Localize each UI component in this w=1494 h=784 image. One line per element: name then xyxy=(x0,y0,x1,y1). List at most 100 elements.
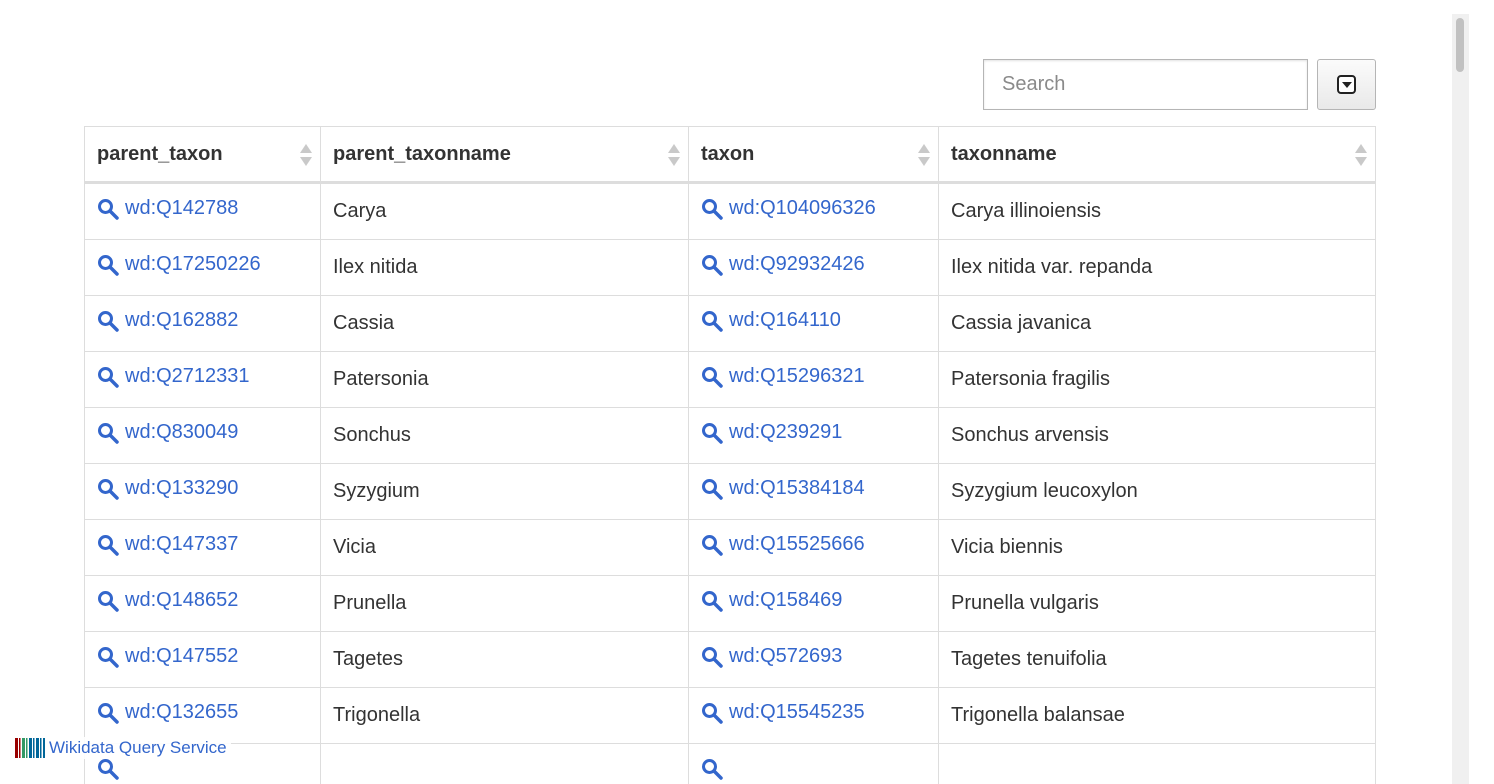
cell-taxonname: Tagetes tenuifolia xyxy=(938,631,1376,688)
entity-link[interactable]: wd:Q133290 xyxy=(125,477,238,500)
column-header-taxon[interactable]: taxon xyxy=(688,126,939,184)
entity-link[interactable]: wd:Q239291 xyxy=(729,421,842,444)
magnifier-explore-icon[interactable] xyxy=(97,366,119,388)
scrollbar-thumb[interactable] xyxy=(1456,18,1464,72)
entity-link[interactable]: wd:Q17250226 xyxy=(125,253,261,276)
magnifier-explore-icon[interactable] xyxy=(97,758,119,780)
cell-text: Sonchus arvensis xyxy=(951,424,1109,446)
entity-link-group: wd:Q142788 xyxy=(97,197,238,220)
column-toggle-button[interactable] xyxy=(1317,59,1376,110)
table-row: wd:Q162882 Cassia wd:Q164110 Cassia javanic… xyxy=(84,295,1376,352)
column-header-parent-taxon[interactable]: parent_taxon xyxy=(84,126,321,184)
table-row: wd:Q132655 Trigonella wd:Q15545235 Trigonel… xyxy=(84,687,1376,744)
entity-link[interactable]: wd:Q147552 xyxy=(125,645,238,668)
cell-parent-taxon: wd:Q142788 xyxy=(84,182,321,240)
magnifier-explore-icon[interactable] xyxy=(97,702,119,724)
cell-parent-taxonname: Carya xyxy=(320,182,689,240)
entity-link[interactable]: wd:Q142788 xyxy=(125,197,238,220)
column-header-label: parent_taxon xyxy=(97,142,223,165)
cell-text: Patersonia xyxy=(333,368,429,390)
entity-link-group xyxy=(701,758,729,780)
cell-parent-taxonname: Patersonia xyxy=(320,351,689,408)
footer-brand[interactable]: Wikidata Query Service xyxy=(15,737,231,759)
entity-link-group: wd:Q104096326 xyxy=(701,197,876,220)
table-row: wd:Q142788 Carya wd:Q104096326 Carya illino… xyxy=(84,182,1376,240)
magnifier-explore-icon[interactable] xyxy=(701,310,723,332)
entity-link[interactable]: wd:Q92932426 xyxy=(729,253,865,276)
table-row: wd:Q148652 Prunella wd:Q158469 Prunella vul… xyxy=(84,575,1376,632)
entity-link-group: wd:Q15384184 xyxy=(701,477,865,500)
magnifier-explore-icon[interactable] xyxy=(97,534,119,556)
magnifier-explore-icon[interactable] xyxy=(97,198,119,220)
cell-taxon xyxy=(688,743,939,784)
table-body: wd:Q142788 Carya wd:Q104096326 Carya illino… xyxy=(84,182,1376,784)
entity-link[interactable]: wd:Q15545235 xyxy=(729,701,865,724)
table-row: wd:Q133290 Syzygium wd:Q15384184 Syzygium l… xyxy=(84,463,1376,520)
sort-both-icon[interactable] xyxy=(300,144,312,166)
cell-text: Trigonella xyxy=(333,704,421,726)
search-input[interactable] xyxy=(983,59,1308,110)
column-header-taxonname[interactable]: taxonname xyxy=(938,126,1376,184)
entity-link[interactable]: wd:Q132655 xyxy=(125,701,238,724)
cell-taxonname: Cassia javanica xyxy=(938,295,1376,352)
entity-link[interactable]: wd:Q15296321 xyxy=(729,365,865,388)
entity-link[interactable]: wd:Q104096326 xyxy=(729,197,876,220)
entity-link[interactable]: wd:Q15525666 xyxy=(729,533,865,556)
cell-taxon: wd:Q15384184 xyxy=(688,463,939,520)
magnifier-explore-icon[interactable] xyxy=(701,366,723,388)
magnifier-explore-icon[interactable] xyxy=(701,198,723,220)
footer-brand-name[interactable]: Wikidata Query Service xyxy=(49,738,227,758)
entity-link[interactable]: wd:Q572693 xyxy=(729,645,842,668)
results-page: parent_taxon parent_taxonname taxon taxonna… xyxy=(0,0,1494,784)
column-header-parent-taxonname[interactable]: parent_taxonname xyxy=(320,126,689,184)
cell-parent-taxonname: Ilex nitida xyxy=(320,239,689,296)
magnifier-explore-icon[interactable] xyxy=(701,758,723,780)
cell-text: Cassia javanica xyxy=(951,312,1092,334)
entity-link-group: wd:Q2712331 xyxy=(97,365,250,388)
cell-text: Carya illinoiensis xyxy=(951,200,1102,222)
entity-link[interactable]: wd:Q15384184 xyxy=(729,477,865,500)
magnifier-explore-icon[interactable] xyxy=(701,254,723,276)
sort-both-icon[interactable] xyxy=(918,144,930,166)
cell-parent-taxonname: Sonchus xyxy=(320,407,689,464)
magnifier-explore-icon[interactable] xyxy=(97,310,119,332)
column-header-label: taxon xyxy=(701,142,755,165)
magnifier-explore-icon[interactable] xyxy=(701,534,723,556)
cell-text: Trigonella balansae xyxy=(951,704,1125,726)
magnifier-explore-icon[interactable] xyxy=(701,590,723,612)
magnifier-explore-icon[interactable] xyxy=(97,254,119,276)
magnifier-explore-icon[interactable] xyxy=(97,422,119,444)
entity-link[interactable]: wd:Q148652 xyxy=(125,589,238,612)
cell-parent-taxon: wd:Q147337 xyxy=(84,519,321,576)
sort-both-icon[interactable] xyxy=(1355,144,1367,166)
magnifier-explore-icon[interactable] xyxy=(701,702,723,724)
cell-parent-taxonname: Tagetes xyxy=(320,631,689,688)
cell-taxon: wd:Q239291 xyxy=(688,407,939,464)
entity-link[interactable]: wd:Q830049 xyxy=(125,421,238,444)
table-row: wd:Q147552 Tagetes wd:Q572693 Tagetes tenui… xyxy=(84,631,1376,688)
entity-link-group: wd:Q147552 xyxy=(97,645,238,668)
entity-link-group: wd:Q147337 xyxy=(97,533,238,556)
vertical-scrollbar[interactable] xyxy=(1452,14,1469,784)
entity-link[interactable]: wd:Q2712331 xyxy=(125,365,250,388)
sort-both-icon[interactable] xyxy=(668,144,680,166)
magnifier-explore-icon[interactable] xyxy=(97,590,119,612)
entity-link[interactable]: wd:Q147337 xyxy=(125,533,238,556)
cell-text: Prunella xyxy=(333,592,407,614)
table-row xyxy=(84,743,1376,784)
magnifier-explore-icon[interactable] xyxy=(97,478,119,500)
cell-text: Vicia biennis xyxy=(951,536,1063,558)
magnifier-explore-icon[interactable] xyxy=(97,646,119,668)
cell-text: Cassia xyxy=(333,312,395,334)
cell-text: Patersonia fragilis xyxy=(951,368,1110,390)
entity-link[interactable]: wd:Q164110 xyxy=(729,309,841,332)
entity-link[interactable]: wd:Q162882 xyxy=(125,309,238,332)
cell-taxonname: Sonchus arvensis xyxy=(938,407,1376,464)
cell-parent-taxon: wd:Q133290 xyxy=(84,463,321,520)
cell-taxonname: Patersonia fragilis xyxy=(938,351,1376,408)
entity-link[interactable]: wd:Q158469 xyxy=(729,589,842,612)
magnifier-explore-icon[interactable] xyxy=(701,646,723,668)
magnifier-explore-icon[interactable] xyxy=(701,478,723,500)
entity-link-group xyxy=(97,758,125,780)
magnifier-explore-icon[interactable] xyxy=(701,422,723,444)
